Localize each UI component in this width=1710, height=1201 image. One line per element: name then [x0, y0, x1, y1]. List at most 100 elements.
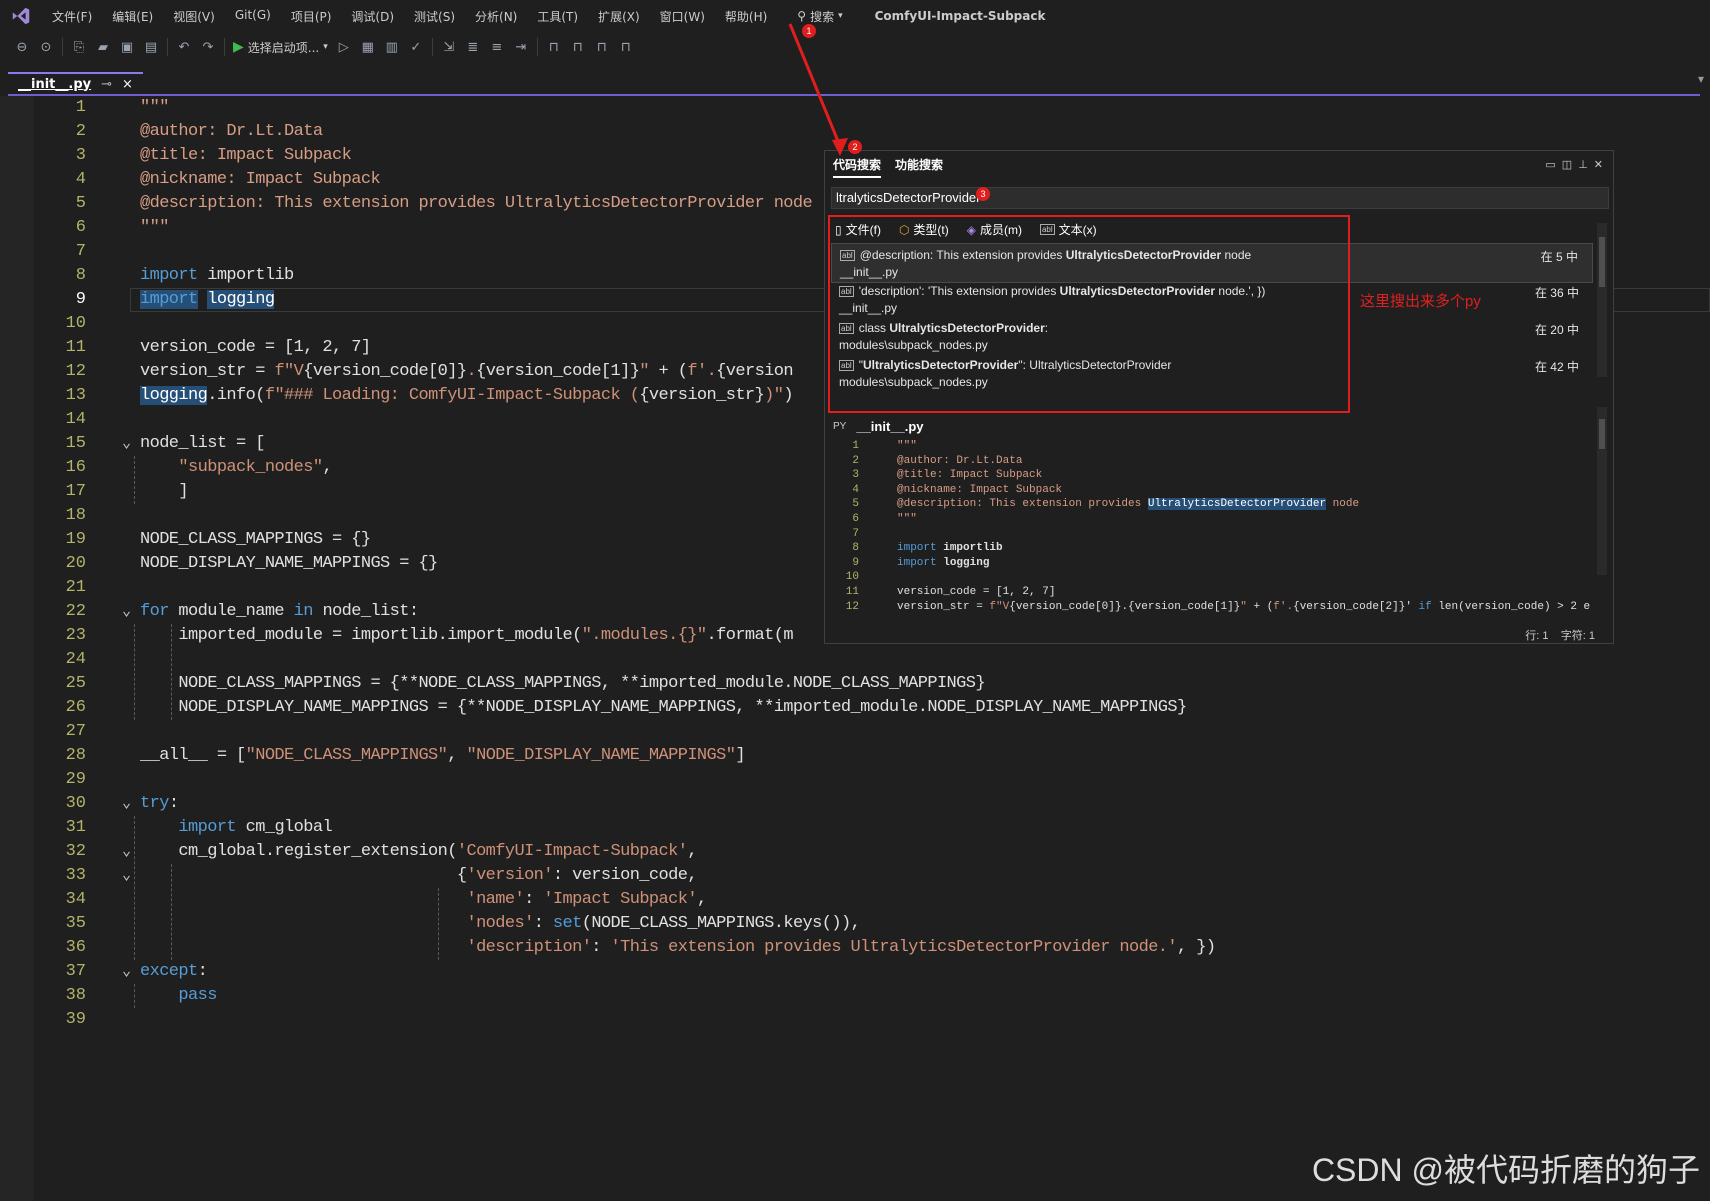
code-line[interactable]: 32 ⌄ cm_global.register_extension('ComfyU… [34, 840, 1674, 864]
menu-item[interactable]: 项目(P) [281, 8, 342, 25]
spellcheck-icon[interactable]: ✓ [408, 39, 424, 55]
pin-icon[interactable]: ⊸ [101, 77, 112, 92]
preview-line: 11 version_code = [1, 2, 7] [825, 585, 1585, 600]
indent-icon[interactable]: ⇥ [513, 39, 529, 55]
result-line: 在 20 中 [1534, 323, 1579, 337]
line-number: 3 [852, 469, 859, 482]
line-number: 26 [65, 698, 86, 717]
open-folder-icon[interactable]: ▰ [95, 39, 111, 55]
line-number: 32 [65, 842, 86, 861]
indent-guide [171, 864, 172, 960]
preview-line: 8 import importlib [825, 541, 1585, 556]
line-number: 10 [845, 571, 859, 584]
code-line[interactable]: 37 ⌄ except: [34, 960, 1674, 984]
preview-code[interactable]: 1 """ 2 @author: Dr.Lt.Data 3 @title: Impact … [825, 437, 1605, 625]
code-line[interactable]: 38 pass [34, 984, 1674, 1008]
close-icon[interactable]: × [122, 77, 133, 92]
code-text: "subpack_nodes", [178, 458, 333, 477]
line-number: 36 [65, 938, 86, 957]
line-number: 39 [65, 1010, 86, 1029]
code-line[interactable]: 30 ⌄ try: [34, 792, 1674, 816]
menu-item[interactable]: 分析(N) [465, 8, 527, 25]
dock-icon[interactable]: ◫ [1562, 158, 1572, 171]
line-number: 28 [65, 746, 86, 765]
new-project-icon[interactable]: ⎘ [71, 39, 87, 55]
code-line[interactable]: 29 [34, 768, 1674, 792]
code-line[interactable]: 36 'description': 'This extension provid… [34, 936, 1674, 960]
code-line[interactable]: 24 [34, 648, 1674, 672]
code-line[interactable]: 27 [34, 720, 1674, 744]
search-button[interactable]: ⚲ 搜索 ▾ [791, 8, 848, 25]
search-icon: ⚲ [797, 9, 807, 23]
line-number: 6 [852, 513, 859, 525]
code-line[interactable]: 39 [34, 1008, 1674, 1032]
code-line[interactable]: 33 ⌄ {'version': version_code, [34, 864, 1674, 888]
tab-code-search[interactable]: 代码搜索 [833, 152, 882, 178]
code-text: logging.info(f"### Loading: ComfyUI-Impa… [140, 386, 794, 405]
code-line[interactable]: 26 NODE_DISPLAY_NAME_MAPPINGS = {**NODE_… [34, 696, 1674, 720]
layout-icon[interactable]: ▥ [384, 39, 400, 55]
menu-item[interactable]: 扩展(X) [588, 8, 650, 25]
menu-item[interactable]: 帮助(H) [715, 8, 777, 25]
redo-icon[interactable]: ↷ [200, 39, 216, 55]
line-number: 23 [65, 626, 86, 645]
window-title: ComfyUI-Impact-Subpack [874, 9, 1046, 23]
menu-item[interactable]: 测试(S) [404, 8, 465, 25]
code-line[interactable]: 34 'name': 'Impact Subpack', [34, 888, 1674, 912]
toolbox-icon[interactable]: ▦ [360, 39, 376, 55]
tab-list-dropdown-icon[interactable]: ▾ [1698, 72, 1704, 86]
fold-chevron-icon[interactable]: ⌄ [122, 960, 131, 984]
bookmark-icon[interactable]: ⊓ [546, 39, 562, 55]
save-all-icon[interactable]: ▤ [143, 39, 159, 55]
line-number: 4 [75, 170, 86, 189]
menu-item[interactable]: 调试(D) [341, 8, 404, 25]
back-icon[interactable]: ⊖ [14, 39, 30, 55]
code-line[interactable]: 31 import cm_global [34, 816, 1674, 840]
save-icon[interactable]: ▣ [119, 39, 135, 55]
code-text: """ [140, 218, 169, 237]
preview-code-text: version_str = f"V{version_code[0]}.{vers… [897, 600, 1591, 613]
fold-chevron-icon[interactable]: ⌄ [122, 864, 131, 888]
chevron-down-icon: ▾ [838, 11, 843, 21]
line-number: 2 [852, 454, 859, 467]
step-icon[interactable]: ⇲ [441, 39, 457, 55]
prev-bookmark-icon[interactable]: ⊓ [570, 39, 586, 55]
play-icon: ▶ [233, 39, 244, 55]
start-debug-button[interactable]: ▶ 选择启动项... ▾ [233, 39, 328, 56]
line-number: 11 [65, 338, 86, 357]
code-text: @author: Dr.Lt.Data [140, 122, 323, 141]
code-line[interactable]: 1 """ [34, 96, 1674, 120]
preview-scrollbar[interactable] [1597, 407, 1607, 575]
tab-init-py[interactable]: __init__.py ⊸ × [8, 72, 143, 94]
menu-item[interactable]: 窗口(W) [650, 8, 715, 25]
code-line[interactable]: 35 'nodes': set(NODE_CLASS_MAPPINGS.keys… [34, 912, 1674, 936]
next-bookmark-icon[interactable]: ⊓ [594, 39, 610, 55]
code-line[interactable]: 28 __all__ = ["NODE_CLASS_MAPPINGS", "NOD… [34, 744, 1674, 768]
fold-chevron-icon[interactable]: ⌄ [122, 792, 131, 816]
close-icon[interactable]: ✕ [1594, 158, 1603, 171]
results-scrollbar[interactable] [1597, 223, 1607, 377]
tab-feature-search[interactable]: 功能搜索 [895, 152, 943, 178]
fold-chevron-icon[interactable]: ⌄ [122, 840, 131, 864]
run-without-debug-icon[interactable]: ▷ [336, 39, 352, 55]
clear-bookmark-icon[interactable]: ⊓ [618, 39, 634, 55]
preview-code-text: @title: Impact Subpack [897, 469, 1043, 482]
undo-icon[interactable]: ↶ [176, 39, 192, 55]
forward-icon[interactable]: ⊙ [38, 39, 54, 55]
code-text: @title: Impact Subpack [140, 146, 352, 165]
menu-item[interactable]: Git(G) [225, 8, 281, 25]
fold-chevron-icon[interactable]: ⌄ [122, 600, 131, 624]
pin-icon[interactable]: ⊥ [1578, 158, 1588, 171]
comment-icon[interactable]: ≣ [465, 39, 481, 55]
menu-item[interactable]: 视图(V) [163, 8, 225, 25]
menu-item[interactable]: 文件(F) [42, 8, 102, 25]
menu-item[interactable]: 工具(T) [527, 8, 588, 25]
fold-chevron-icon[interactable]: ⌄ [122, 432, 131, 456]
uncomment-icon[interactable]: ≡ [489, 39, 505, 55]
preview-line: 2 @author: Dr.Lt.Data [825, 454, 1585, 469]
visual-studio-logo-icon [12, 7, 30, 25]
menu-item[interactable]: 编辑(E) [102, 8, 163, 25]
code-line[interactable]: 25 NODE_CLASS_MAPPINGS = {**NODE_CLASS_M… [34, 672, 1674, 696]
search-input[interactable]: ltralyticsDetectorProvider [831, 187, 1609, 209]
minimize-icon[interactable]: ▭ [1545, 158, 1555, 171]
